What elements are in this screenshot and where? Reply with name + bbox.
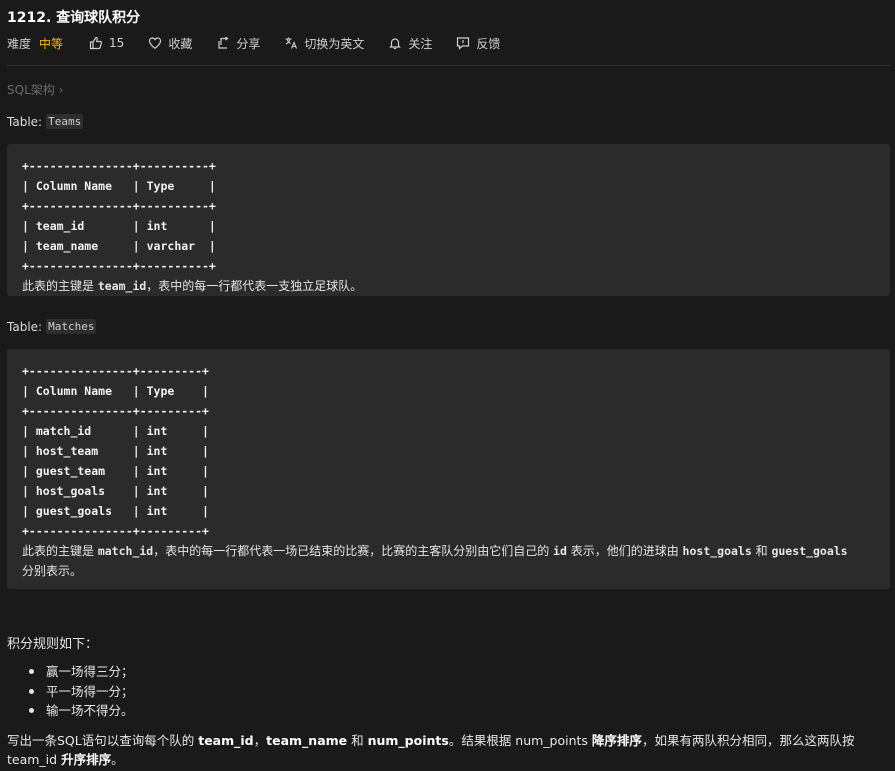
teams-schema-block: +---------------+----------+ | Column Na… — [7, 144, 890, 296]
difficulty-badge: 中等 — [39, 36, 64, 51]
desc-text: ，表中的每一行都代表一支独立足球队。 — [146, 279, 363, 293]
switch-language-button[interactable]: 切换为英文 — [284, 35, 364, 52]
feedback-button[interactable]: 反馈 — [456, 35, 500, 52]
share-icon — [218, 36, 229, 49]
question-fragment: 。结果根据 num_points — [448, 733, 592, 748]
bell-icon — [389, 38, 402, 50]
teams-description: 此表的主键是 team_id，表中的每一行都代表一支独立足球队。 — [22, 276, 852, 296]
teams-table-name: Teams — [46, 114, 84, 129]
desc-text: ，表中的每一行都代表一场已结束的比赛，比赛的主客队分别由它们自己的 — [153, 544, 554, 558]
matches-schema-block: +---------------+---------+ | Column Nam… — [7, 349, 890, 589]
desc-text: 此表的主键是 — [22, 544, 98, 558]
follow-button[interactable]: 关注 — [388, 35, 432, 52]
desc-text: 表示，他们的进球由 — [566, 544, 683, 558]
question-bold: 降序排序 — [591, 733, 642, 748]
question-bold: team_id — [198, 733, 254, 748]
teams-schema: +---------------+----------+ | Column Na… — [22, 159, 216, 273]
table-label-text: Table: — [7, 319, 43, 334]
question-bold: team_name — [266, 733, 348, 748]
favorite-label: 收藏 — [168, 36, 193, 51]
desc-key: match_id — [97, 544, 154, 558]
favorite-button[interactable]: 收藏 — [148, 35, 192, 52]
follow-label: 关注 — [408, 36, 433, 51]
desc-key: host_goals — [682, 544, 752, 558]
desc-text: 和 — [751, 544, 772, 558]
breadcrumb-label: SQL架构 — [7, 83, 55, 97]
problem-toolbar: 难度 中等 15 收藏 分享 切换为英文 关注 反馈 — [7, 34, 524, 52]
teams-table-label: Table: Teams — [7, 114, 84, 129]
list-item: 输一场不得分。 — [29, 701, 134, 721]
question-bold: 升序排序 — [61, 752, 112, 767]
question-fragment: 和 — [347, 733, 368, 748]
translate-icon — [285, 37, 298, 49]
matches-description: 此表的主键是 match_id，表中的每一行都代表一场已结束的比赛，比赛的主客队… — [22, 541, 852, 581]
list-item: 平一场得一分； — [29, 682, 134, 702]
difficulty-label: 难度 — [7, 36, 32, 51]
table-label-text: Table: — [7, 114, 43, 129]
desc-text: 此表的主键是 — [22, 279, 98, 293]
matches-table-label: Table: Matches — [7, 319, 97, 334]
share-label: 分享 — [236, 36, 261, 51]
heart-icon — [149, 37, 162, 49]
rules-list: 赢一场得三分； 平一场得一分； 输一场不得分。 — [29, 662, 134, 721]
share-button[interactable]: 分享 — [216, 35, 260, 52]
list-item: 赢一场得三分； — [29, 662, 134, 682]
desc-key: id — [553, 544, 567, 558]
question-fragment: 写出一条SQL语句以查询每个队的 — [7, 733, 199, 748]
feedback-icon — [457, 37, 470, 50]
like-count: 15 — [109, 36, 125, 50]
desc-text: 分别表示。 — [22, 564, 83, 578]
matches-schema: +---------------+---------+ | Column Nam… — [22, 364, 209, 538]
breadcrumb[interactable]: SQL架构 › — [7, 81, 63, 98]
feedback-label: 反馈 — [476, 36, 501, 51]
header-divider — [7, 65, 890, 66]
question-text: 写出一条SQL语句以查询每个队的 team_id，team_name 和 num… — [7, 731, 891, 769]
question-fragment: 。 — [111, 752, 124, 767]
rules-title: 积分规则如下： — [7, 637, 99, 652]
desc-key: guest_goals — [771, 544, 848, 558]
like-button[interactable]: 15 — [89, 36, 124, 50]
question-bold: num_points — [367, 733, 449, 748]
matches-table-name: Matches — [46, 319, 97, 334]
chevron-right-icon: › — [58, 83, 64, 97]
switch-language-label: 切换为英文 — [304, 36, 365, 51]
desc-key: team_id — [97, 279, 147, 293]
problem-title: 1212. 查询球队积分 — [7, 10, 141, 26]
question-fragment: ， — [253, 733, 267, 748]
thumbs-up-icon — [89, 36, 103, 50]
